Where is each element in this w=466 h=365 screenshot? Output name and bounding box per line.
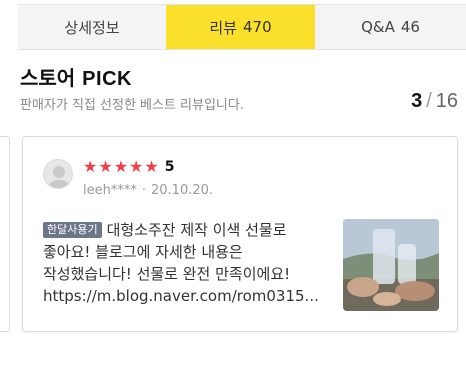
review-line-2: 좋아요! 블로그에 자세한 내용은 xyxy=(43,243,243,261)
star-icon: ★ xyxy=(83,157,98,176)
store-pick-title-en: PICK xyxy=(82,68,132,90)
meta-dot: · xyxy=(141,183,146,198)
tab-details[interactable]: 상세정보 xyxy=(18,5,166,49)
tab-reviews-count: 470 xyxy=(242,18,272,36)
star-icon: ★ xyxy=(129,157,144,176)
previous-review-card[interactable] xyxy=(0,136,10,332)
tab-qna-count: 46 xyxy=(400,18,420,36)
store-pick-title: 스토어 PICK xyxy=(20,62,132,91)
store-pick-subtitle: 판매자가 직접 선정한 베스트 리뷰입니다. xyxy=(20,98,244,113)
tab-reviews[interactable]: 리뷰 470 xyxy=(166,5,315,49)
review-photo[interactable] xyxy=(343,219,439,311)
avatar-placeholder-icon xyxy=(43,159,73,189)
tab-qna[interactable]: Q&A 46 xyxy=(315,5,466,49)
tab-reviews-label: 리뷰 xyxy=(209,18,237,37)
rating-score: 5 xyxy=(164,159,175,175)
review-date: 20.10.20. xyxy=(151,183,214,198)
review-user: leeh**** xyxy=(83,183,137,198)
pager-separator: / xyxy=(426,90,432,112)
store-pick-title-ko: 스토어 xyxy=(20,66,76,90)
product-tabs: 상세정보 리뷰 470 Q&A 46 xyxy=(18,4,466,50)
star-icon: ★ xyxy=(113,157,129,176)
review-badge: 한달사용기 xyxy=(43,222,102,238)
review-text[interactable]: 한달사용기 대형소주잔 제작 이색 선물로 좋아요! 블로그에 자세한 내용은 작… xyxy=(43,219,333,307)
review-line-1: 대형소주잔 제작 이색 선물로 xyxy=(106,221,287,239)
tab-qna-label: Q&A xyxy=(361,18,395,36)
review-line-3: 작성했습니다! 선물로 완전 만족이에요! xyxy=(43,265,291,283)
review-url: https://m.blog.naver.com/rom0315... xyxy=(43,287,319,305)
review-card[interactable]: ★ ★ ★ ★ ★ 5 leeh**** · 20.10.20. 한달사용기 대형소주… xyxy=(22,136,458,332)
pager-current: 3 xyxy=(411,90,423,112)
star-icon: ★ xyxy=(98,157,113,176)
star-icon: ★ xyxy=(144,157,159,176)
tab-details-label: 상세정보 xyxy=(64,18,120,37)
rating-stars: ★ ★ ★ ★ ★ 5 xyxy=(83,157,175,176)
pager-total: 16 xyxy=(435,90,458,112)
carousel-pager: 3/16 xyxy=(411,90,458,113)
review-meta: leeh**** · 20.10.20. xyxy=(83,183,213,198)
